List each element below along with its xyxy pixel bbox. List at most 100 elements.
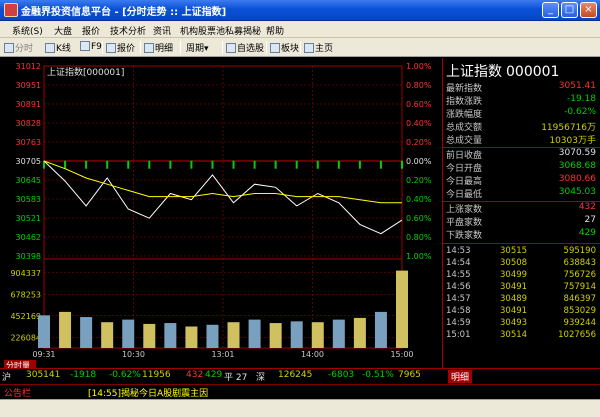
price-tick-label: 31012 xyxy=(16,62,41,71)
home-icon xyxy=(304,43,314,53)
sh-change: -1918 xyxy=(70,370,97,380)
price-tick-label: 30705 xyxy=(16,157,41,166)
menu-market[interactable]: 大盘 xyxy=(54,24,72,37)
quote-value: -19.18 xyxy=(566,94,596,104)
quote-key: 涨跌幅度 xyxy=(446,110,483,120)
volume-bar xyxy=(353,317,366,348)
pct-tick-label: 0.40% xyxy=(406,195,432,204)
tb-quote[interactable]: 报价 xyxy=(106,41,135,54)
quote-row: 涨跌幅度 -0.62% xyxy=(443,107,600,120)
menu-bar: 系统(S) 大盘 报价 技术分析 资讯 机构股票池 私募揭秘 帮助 xyxy=(0,21,600,38)
quote-row: 下跌家数 429 xyxy=(443,228,600,241)
pct-tick-label: 0.80% xyxy=(406,81,432,90)
notice-text[interactable]: [14:55]揭秘今日A股剧震主因 xyxy=(88,386,208,399)
tb-f9[interactable]: F9 xyxy=(80,41,102,52)
volume-tab: 分时量 xyxy=(6,360,30,368)
quote-panel: 上证指数 000001 最新指数 3051.41 指数涨跌 -19.18 涨跌幅度 -0.6… xyxy=(442,58,600,368)
quote-key: 总成交量 xyxy=(446,136,483,146)
quote-row: 总成交额 11956716万 xyxy=(443,120,600,133)
status-bar xyxy=(0,399,600,417)
price-tick-label: 30398 xyxy=(16,252,41,261)
pct-tick-label: 1.00% xyxy=(406,62,432,71)
price-tick-label: 30951 xyxy=(16,81,41,90)
tb-timeshare[interactable]: 分时 xyxy=(4,41,33,54)
tick-volume: 756726 xyxy=(563,270,596,280)
time-tick-label: 14:00 xyxy=(301,350,324,359)
volume-bar xyxy=(374,311,387,348)
tick-price: 30515 xyxy=(500,246,528,256)
sz-amount: 7965 xyxy=(398,370,421,380)
tick-row: 14:55 30499 756726 xyxy=(443,270,600,282)
tb-watchlist[interactable]: 自选股 xyxy=(226,41,264,54)
quote-value: 3045.03 xyxy=(558,187,596,197)
quote-key: 今日最高 xyxy=(446,177,483,187)
menu-tech[interactable]: 技术分析 xyxy=(110,24,146,37)
tick-volume: 846397 xyxy=(563,294,596,304)
volume-tick-label: 452169 xyxy=(10,312,41,321)
window-title: 金融界投资信息平台 - [分时走势 :: 上证指数] xyxy=(21,7,227,18)
quote-key: 平盘家数 xyxy=(446,218,483,228)
volume-bar xyxy=(248,319,261,348)
tb-sector[interactable]: 板块 xyxy=(270,41,299,54)
close-button[interactable]: × xyxy=(580,2,597,18)
time-tick-label: 13:01 xyxy=(211,350,234,359)
quote-value: 3068.68 xyxy=(558,161,596,171)
time-tick-label: 09:31 xyxy=(32,350,55,359)
tick-row: 14:58 30491 853029 xyxy=(443,306,600,318)
menu-help[interactable]: 帮助 xyxy=(266,24,284,37)
ticker-bar: 公告栏 [14:55]揭秘今日A股剧震主因 xyxy=(0,384,600,399)
tb-detail[interactable]: 明细 xyxy=(144,41,173,54)
quote-key: 总成交额 xyxy=(446,123,483,133)
tick-time: 14:56 xyxy=(446,282,471,292)
sh-up: 432 xyxy=(186,370,204,380)
tb-home[interactable]: 主页 xyxy=(304,41,333,54)
quote-title: 上证指数 000001 xyxy=(446,64,560,80)
menu-news[interactable]: 资讯 xyxy=(153,24,171,37)
pct-tick-label: 1.00% xyxy=(406,252,432,261)
volume-tick-label: 226084 xyxy=(10,333,41,342)
tick-time: 14:58 xyxy=(446,306,471,316)
tick-volume: 757914 xyxy=(563,282,596,292)
pct-tick-label: 0.60% xyxy=(406,214,432,223)
menu-quote[interactable]: 报价 xyxy=(82,24,100,37)
tick-price: 30491 xyxy=(500,282,528,292)
toolbar: 分时 K线 F9 报价 明细 周期▾ 自选股 板块 主页 xyxy=(0,38,600,57)
quote-row: 指数涨跌 -19.18 xyxy=(443,94,600,107)
timeshare-chart[interactable]: 31012 1.00% 30951 0.80% 30891 0.60% 30828 0.40%… xyxy=(0,58,442,370)
detail-icon xyxy=(144,43,154,53)
tick-volume: 638843 xyxy=(563,258,596,268)
sz-percent: -0.51% xyxy=(362,370,394,380)
sector-icon xyxy=(270,43,280,53)
quote-row: 上涨家数 432 xyxy=(443,202,600,215)
time-tick-label: 10:30 xyxy=(122,350,145,359)
tb-period[interactable]: 周期▾ xyxy=(186,41,209,54)
maximize-button[interactable]: □ xyxy=(561,2,578,18)
quote-key: 下跌家数 xyxy=(446,231,483,241)
price-tick-label: 30521 xyxy=(16,214,41,223)
volume-bar xyxy=(227,322,240,348)
chart-svg[interactable]: 31012 1.00% 30951 0.80% 30891 0.60% 30828 0.40%… xyxy=(0,58,442,370)
quote-key: 最新指数 xyxy=(446,84,483,94)
tick-price: 30499 xyxy=(500,270,528,280)
menu-private[interactable]: 私募揭秘 xyxy=(225,24,261,37)
quote-key: 指数涨跌 xyxy=(446,97,483,107)
sz-change: -6803 xyxy=(328,370,355,380)
quote-key: 今日最低 xyxy=(446,190,483,200)
tick-price: 30489 xyxy=(500,294,528,304)
sh-amount: 11956 xyxy=(142,370,171,380)
quote-value: -0.62% xyxy=(564,107,596,117)
tb-kline[interactable]: K线 xyxy=(45,41,71,54)
sh-flat: 平 27 xyxy=(224,373,248,383)
quote-row: 今日开盘 3068.68 xyxy=(443,161,600,174)
chart-label: 上证指数[000001] xyxy=(47,66,124,78)
tick-row: 14:56 30491 757914 xyxy=(443,282,600,294)
menu-system[interactable]: 系统(S) xyxy=(12,24,43,37)
minimize-button[interactable]: _ xyxy=(542,2,559,18)
detail-button[interactable]: 明细 xyxy=(448,370,473,383)
price-tick-label: 30891 xyxy=(16,100,41,109)
tick-time: 14:54 xyxy=(446,258,471,268)
menu-pool[interactable]: 机构股票池 xyxy=(180,24,225,37)
tick-time: 14:57 xyxy=(446,294,471,304)
tick-price: 30508 xyxy=(500,258,528,268)
volume-bar xyxy=(122,319,135,348)
